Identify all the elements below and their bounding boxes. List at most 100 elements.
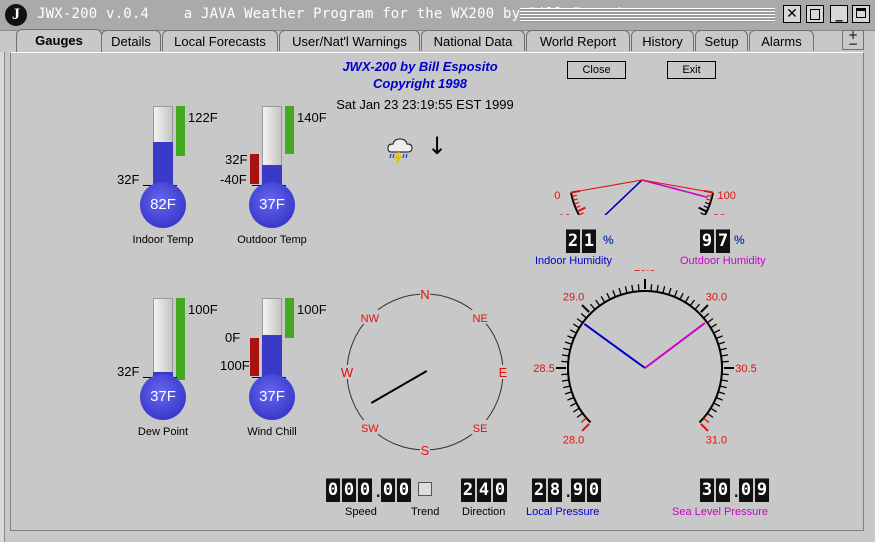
pressure-tick (703, 312, 710, 319)
thermometer-tube (153, 298, 173, 378)
pressure-tick (580, 312, 587, 319)
digit-wheel: 7 (716, 229, 730, 253)
decimal-point: . (374, 485, 383, 501)
humidity-tick (578, 212, 584, 215)
maximize-icon[interactable] (852, 5, 870, 23)
pressure-tick (721, 360, 729, 363)
tab-world-report[interactable]: World Report (526, 30, 630, 51)
pressure-tick (720, 379, 729, 382)
humidity-tick (698, 206, 708, 213)
pressure-tick (706, 318, 714, 324)
pressure-tick (650, 284, 653, 292)
copyright: Copyright 1998 (373, 76, 467, 91)
digit-wheel: 0 (397, 478, 411, 502)
digit-wheel: 9 (571, 478, 585, 502)
close-icon[interactable]: ✕ (783, 5, 801, 23)
thermometer-top-label: 100F (297, 302, 327, 317)
thermometer-bulb-value: 37F (249, 182, 295, 228)
tab-setup[interactable]: Setup (695, 30, 748, 51)
local-pressure-needle (583, 323, 646, 369)
humidity-tick (704, 201, 711, 205)
pressure-dial: 28.0 28.5 29.0 29.5 30.0 30.5 31.0 (533, 270, 756, 446)
pressure-tick (719, 347, 727, 351)
pressure-tick-label: 31.0 (706, 434, 727, 446)
restore-icon[interactable] (806, 5, 824, 23)
indoor-humidity-readout: 21 (566, 229, 598, 253)
digit-wheel: 4 (477, 478, 491, 502)
outdoor-humidity-needle (641, 179, 708, 199)
minimize-icon[interactable]: _ (830, 5, 848, 23)
tab-scroll-buttons[interactable]: + − (842, 29, 864, 51)
trend-checkbox[interactable] (418, 482, 432, 496)
pressure-tick (595, 299, 601, 307)
digit-wheel: 0 (326, 478, 340, 502)
humidity-dial-arc (570, 192, 714, 215)
pressure-tick (718, 341, 726, 345)
decimal-point: . (564, 485, 573, 501)
pressure-tick (715, 396, 723, 401)
tab-user-natl-warnings[interactable]: User/Nat'l Warnings (279, 30, 420, 51)
thermometer-bulb-value: 37F (140, 374, 186, 420)
tab-national-data[interactable]: National Data (421, 30, 525, 51)
thermometer-low-label: 100F (220, 358, 250, 373)
pressure-tick (689, 299, 695, 307)
exit-button[interactable]: Exit (667, 61, 716, 79)
thermometer-mid-label: 0F (225, 330, 241, 345)
digit-wheel: 0 (381, 478, 395, 502)
pressure-tick (561, 354, 570, 357)
tab-gauges[interactable]: Gauges (16, 29, 102, 52)
close-button[interactable]: Close (567, 61, 626, 79)
outdoor-humidity-label: Outdoor Humidity (680, 255, 766, 267)
thermometer-top-label: 140F (297, 110, 327, 125)
compass-point-e: E (499, 365, 508, 380)
pressure-tick (581, 423, 590, 432)
indoor-humidity-needle (604, 179, 643, 215)
outdoor-humidity-readout: 97 (700, 229, 732, 253)
pressure-tick (710, 407, 717, 413)
digit-wheel: 0 (493, 478, 507, 502)
java-app-icon: J (5, 4, 27, 26)
humidity-tick (706, 198, 712, 201)
title-drag-grip[interactable] (520, 8, 775, 22)
thermometer-mid-label: 32F (117, 364, 140, 379)
outdoor-humidity-unit: % (734, 233, 745, 247)
pressure-tick (612, 290, 617, 298)
pressure-tick (573, 407, 580, 413)
tab-history[interactable]: History (631, 30, 694, 51)
safe-range-bar (176, 106, 185, 156)
pressure-tick (589, 303, 596, 310)
digit-wheel: 8 (548, 478, 562, 502)
title-bar[interactable]: J JWX-200 v.0.4 a JAVA Weather Program f… (0, 0, 875, 31)
local-pressure-label: Local Pressure (526, 506, 600, 518)
tab-local-forecasts[interactable]: Local Forecasts (162, 30, 278, 51)
humidity-dial: 0102030405060708090100 (554, 179, 736, 215)
pressure-tick (700, 423, 709, 432)
digit-wheel: 9 (700, 229, 714, 253)
pressure-tick (561, 379, 570, 382)
compass-point-s: S (421, 443, 430, 458)
digit-wheel: 0 (739, 478, 753, 502)
pressure-tick-label: 29.0 (563, 292, 584, 304)
pressure-tick (624, 286, 628, 294)
pressure-tick (569, 329, 577, 334)
pressure-tick (618, 287, 622, 295)
pressure-tick (662, 286, 666, 294)
humidity-tick (572, 198, 578, 201)
pressure-tick (703, 417, 710, 424)
tab-alarms[interactable]: Alarms (749, 30, 814, 51)
sea-level-pressure-label: Sea Level Pressure (672, 506, 768, 518)
compass-point-n: N (420, 287, 429, 302)
sea-level-pressure-readout: 30.09 (700, 478, 771, 502)
tab-scroll-minus-icon[interactable]: − (848, 37, 858, 51)
cold-range-bar (250, 154, 259, 184)
humidity-tick (573, 201, 580, 205)
tab-details[interactable]: Details (101, 30, 161, 51)
thermometer-low-label: -40F (220, 172, 247, 187)
pressure-tick (606, 292, 611, 300)
digit-wheel: 0 (716, 478, 730, 502)
safe-range-bar (285, 106, 294, 154)
wind-direction-needle (370, 370, 428, 404)
pressure-tick (713, 329, 721, 334)
pressure-tick (567, 396, 575, 401)
pressure-tick (673, 290, 678, 298)
